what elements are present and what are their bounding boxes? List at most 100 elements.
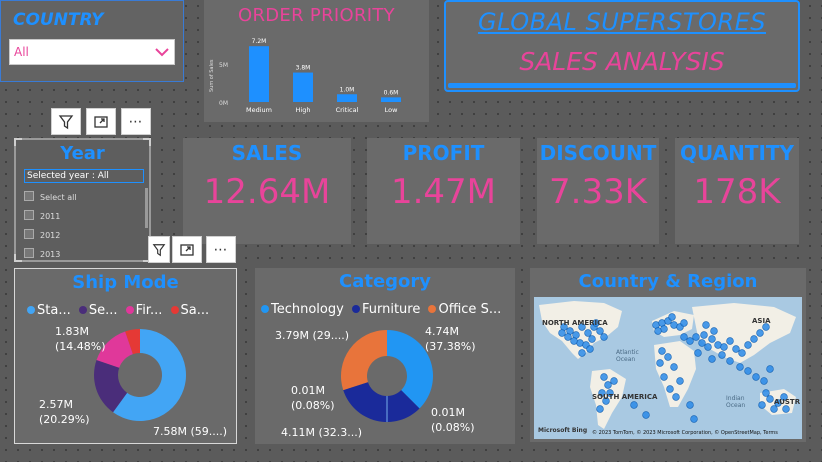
data-label-first-class: 1.83M (14.48%) [55,325,106,353]
map-location-dot[interactable] [670,363,678,371]
map-location-dot[interactable] [760,377,768,385]
map-location-dot[interactable] [642,411,650,419]
kpi-value: 12.64M [203,172,331,212]
map-location-dot[interactable] [710,327,718,335]
map-location-dot[interactable] [708,335,716,343]
map-location-dot[interactable] [708,355,716,363]
checkbox[interactable] [24,229,34,239]
map-location-dot[interactable] [570,337,578,345]
map-location-dot[interactable] [702,321,710,329]
map-location-dot[interactable] [720,343,728,351]
map-location-dot[interactable] [750,335,758,343]
checkbox[interactable] [24,210,34,220]
map-location-dot[interactable] [744,341,752,349]
bar-value-label: 1.0M [340,86,355,93]
year-selected-header[interactable]: Selected year : All [24,169,144,183]
year-option-select-all[interactable]: Select all [24,191,77,202]
map-location-dot[interactable] [686,401,694,409]
map-location-dot[interactable] [660,373,668,381]
map-location-dot[interactable] [666,385,674,393]
country-dropdown[interactable]: All [9,39,175,65]
map-location-dot[interactable] [732,345,740,353]
year-option-2013[interactable]: 2013 [24,248,60,259]
data-label-office-supplies: 3.79M (29....) [275,329,350,342]
map-location-dot[interactable] [676,377,684,385]
map-location-dot[interactable] [758,401,766,409]
resize-handle[interactable] [14,254,22,262]
kpi-label: DISCOUNT [539,141,657,165]
dashboard-subtitle: SALES ANALYSIS [519,47,725,76]
map-location-dot[interactable] [588,335,596,343]
data-label-second-class: 2.57M (20.29%) [39,398,90,426]
map-location-dot[interactable] [668,313,676,321]
map-location-dot[interactable] [610,377,618,385]
map-canvas[interactable]: NORTH AMERICA SOUTH AMERICA ASIA AUSTR A… [534,297,802,439]
map-location-dot[interactable] [664,353,672,361]
map-location-dot[interactable] [596,405,604,413]
map-label-sa: SOUTH AMERICA [592,393,658,401]
map-location-dot[interactable] [672,393,680,401]
map-location-dot[interactable] [736,363,744,371]
year-option-2011[interactable]: 2011 [24,210,60,221]
map-location-dot[interactable] [584,329,592,337]
map-location-dot[interactable] [690,415,698,423]
map-location-dot[interactable] [704,343,712,351]
map-location-dot[interactable] [762,389,770,397]
map-location-dot[interactable] [564,333,572,341]
kpi-sales: SALES 12.64M [183,138,351,244]
focus-mode-button[interactable] [172,236,202,263]
map-location-dot[interactable] [718,351,726,359]
map-location-dot[interactable] [756,329,764,337]
option-label: Select all [40,193,77,202]
map-location-dot[interactable] [578,349,586,357]
more-options-icon: ⋯ [213,241,229,258]
map-location-dot[interactable] [766,395,774,403]
kpi-value: 178K [693,172,781,212]
map-location-dot[interactable] [700,331,708,339]
focus-mode-button[interactable] [86,108,116,135]
map-location-dot[interactable] [680,319,688,327]
bar-medium[interactable] [249,46,269,102]
map-location-dot[interactable] [558,329,566,337]
bar-low[interactable] [381,97,401,102]
map-location-dot[interactable] [766,365,774,373]
map-location-dot[interactable] [658,347,666,355]
map-location-dot[interactable] [738,349,746,357]
country-region-map: Country & Region NORTH AMERICA SOUTH AME… [530,268,806,442]
map-location-dot[interactable] [726,337,734,345]
bar-critical[interactable] [337,94,357,102]
more-options-button[interactable]: ⋯ [121,108,151,135]
map-location-dot[interactable] [782,405,790,413]
map-location-dot[interactable] [692,333,700,341]
filter-icon [58,114,74,129]
more-options-button[interactable]: ⋯ [206,236,236,263]
checkbox[interactable] [24,191,34,201]
map-location-dot[interactable] [656,359,664,367]
map-location-dot[interactable] [686,337,694,345]
map-location-dot[interactable] [680,333,688,341]
map-location-dot[interactable] [744,367,752,375]
data-label-small-right: 0.01M (0.08%) [431,406,475,434]
filter-button[interactable] [51,108,81,135]
map-location-dot[interactable] [770,405,778,413]
map-location-dot[interactable] [698,339,706,347]
map-location-dot[interactable] [600,373,608,381]
filter-button[interactable] [148,236,170,263]
map-location-dot[interactable] [630,401,638,409]
map-location-dot[interactable] [694,349,702,357]
map-location-dot[interactable] [752,373,760,381]
scrollbar[interactable] [145,188,148,228]
map-location-dot[interactable] [596,327,604,335]
map-location-dot[interactable] [654,327,662,335]
map-location-dot[interactable] [726,357,734,365]
map-location-dot[interactable] [586,345,594,353]
checkbox[interactable] [24,248,34,258]
bar-high[interactable] [293,72,313,102]
title-card: GLOBAL SUPERSTORES SALES ANALYSIS [444,0,800,92]
category-donut [341,330,433,423]
map-copyright[interactable]: © 2023 TomTom, © 2023 Microsoft Corporat… [592,430,778,436]
map-location-dot[interactable] [604,381,612,389]
year-option-2012[interactable]: 2012 [24,229,60,240]
map-location-dot[interactable] [600,333,608,341]
option-label: 2012 [40,231,61,240]
